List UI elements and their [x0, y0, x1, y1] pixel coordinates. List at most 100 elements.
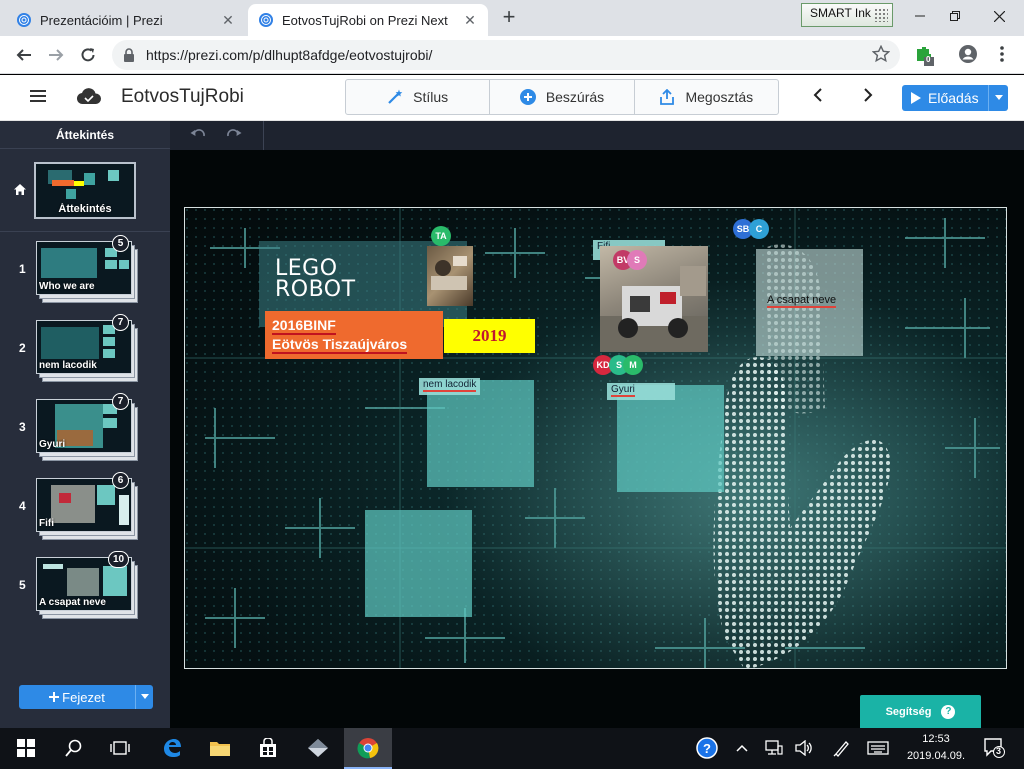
next-step-button[interactable] [858, 87, 878, 107]
help-button[interactable]: Segítség ? [860, 695, 981, 728]
sidebar-slide-1[interactable]: Who we are 5 [36, 235, 142, 305]
taskbar-clock[interactable]: 12:53 2019.04.09. [906, 731, 966, 765]
grip-icon[interactable] [874, 8, 888, 22]
presentation-overview-stage[interactable]: LEGO ROBOT 2016BINF Eötvös Tiszaújváros … [184, 207, 1007, 669]
thumb-shape [97, 485, 115, 505]
style-button[interactable]: Stílus [346, 80, 491, 114]
insert-button[interactable]: Beszúrás [490, 80, 635, 114]
vpn-app-button[interactable] [306, 736, 330, 760]
search-button[interactable] [62, 736, 86, 760]
help-tray-button[interactable]: ? [695, 736, 719, 760]
present-options-dropdown[interactable] [988, 85, 1008, 111]
slide-label: Gyuri [39, 439, 66, 450]
network-button[interactable] [762, 736, 786, 760]
add-chapter-main[interactable]: Fejezet [19, 690, 135, 705]
new-tab-button[interactable]: + [497, 6, 521, 30]
slide-number: 5 [19, 578, 26, 592]
slide-label: nem lacodik [39, 360, 97, 371]
frame-label-nem-lacodik[interactable]: nem lacodik [419, 378, 481, 395]
slide-number: 4 [19, 499, 26, 513]
editor-canvas[interactable]: LEGO ROBOT 2016BINF Eötvös Tiszaújváros … [170, 121, 1024, 728]
browser-menu-button[interactable] [992, 44, 1014, 66]
overview-thumbnail-label: Áttekintés [58, 203, 112, 215]
restore-button[interactable] [932, 0, 978, 32]
pen-icon [833, 741, 849, 757]
extension-button[interactable]: 0 [914, 44, 936, 66]
sidebar-slide-4[interactable]: Fifi 6 [36, 472, 142, 542]
add-chapter-dropdown[interactable] [135, 685, 153, 709]
hamburger-menu-icon[interactable] [30, 89, 46, 103]
sidebar-slide-5[interactable]: A csapat neve 10 [36, 551, 142, 621]
touch-keyboard-button[interactable] [866, 736, 890, 760]
forward-arrow-icon [49, 49, 64, 61]
cloud-sync-icon[interactable] [76, 86, 102, 108]
present-button[interactable]: Előadás [902, 85, 1008, 111]
divider [263, 121, 264, 150]
address-bar[interactable]: https://prezi.com/p/dlhupt8afdge/eotvost… [112, 40, 900, 70]
year-box[interactable]: 2019 [444, 319, 535, 353]
start-button[interactable] [14, 736, 38, 760]
volume-button[interactable] [792, 736, 816, 760]
share-button[interactable]: Megosztás [635, 80, 778, 114]
overview-item[interactable]: Áttekintés [0, 150, 170, 232]
overview-thumbnail[interactable]: Áttekintés [34, 162, 136, 219]
store-button[interactable] [256, 736, 280, 760]
help-circle-icon: ? [696, 737, 718, 759]
sidebar-slide-3[interactable]: Gyuri 7 [36, 393, 142, 463]
extension-puzzle-icon [917, 47, 934, 66]
frame-nem-lacodik[interactable] [427, 380, 534, 487]
close-window-button[interactable] [976, 0, 1022, 32]
subtitle-line-2: Eötvös Tiszaújváros [272, 336, 408, 354]
redo-icon[interactable] [226, 128, 242, 142]
reload-button[interactable] [76, 43, 100, 67]
present-label: Előadás [928, 90, 979, 106]
title-text[interactable]: LEGO ROBOT [275, 256, 356, 301]
team-photo[interactable] [427, 246, 473, 306]
task-view-button[interactable] [108, 736, 132, 760]
tab-title: EotvosTujRobi on Prezi Next [282, 12, 448, 28]
pen-workspace-button[interactable] [830, 736, 854, 760]
close-tab-icon[interactable]: ✕ [462, 12, 478, 29]
profile-button[interactable] [958, 44, 980, 66]
browser-tab-prezentacioim[interactable]: Prezentációim | Prezi ✕ [6, 4, 246, 36]
slide-number: 3 [19, 420, 26, 434]
notification-icon [984, 738, 1005, 758]
title-line-1: LEGO [275, 256, 338, 281]
url-text: https://prezi.com/p/dlhupt8afdge/eotvost… [146, 47, 433, 63]
frame-label-csapat[interactable]: A csapat neve [767, 294, 837, 308]
thumb-shape [41, 248, 97, 278]
add-chapter-button[interactable]: Fejezet [19, 685, 153, 709]
smart-ink-widget[interactable]: SMART Ink [801, 3, 893, 27]
tray-overflow-button[interactable] [730, 736, 754, 760]
help-label: Segítség [885, 705, 932, 718]
extension-badge: 0 [926, 55, 931, 64]
collaborator-avatar[interactable]: C [749, 219, 769, 239]
bookmark-star-icon[interactable] [872, 45, 890, 63]
edge-browser-icon [164, 739, 181, 757]
edge-button[interactable] [160, 736, 184, 760]
frame-who-we-are[interactable] [365, 510, 472, 617]
sidebar-slide-2[interactable]: nem lacodik 7 [36, 314, 142, 384]
back-button[interactable] [12, 43, 36, 67]
chevron-right-icon [864, 88, 873, 102]
previous-step-button[interactable] [808, 87, 828, 107]
browser-tab-eotvostujrobi[interactable]: EotvosTujRobi on Prezi Next ✕ [248, 4, 488, 36]
subtitle-text[interactable]: 2016BINF Eötvös Tiszaújváros [272, 316, 408, 354]
close-tab-icon[interactable]: ✕ [220, 12, 236, 29]
file-explorer-button[interactable] [208, 736, 232, 760]
chrome-taskbar-item[interactable] [344, 728, 392, 769]
slide-number: 1 [19, 262, 26, 276]
store-bag-icon [260, 738, 276, 757]
undo-icon[interactable] [190, 128, 206, 142]
plus-circle-icon [519, 89, 536, 105]
frame-gyuri[interactable] [617, 385, 724, 492]
step-count-badge: 10 [108, 551, 129, 568]
presentation-title[interactable]: EotvosTujRobi [121, 86, 244, 108]
collaborator-avatar[interactable]: M [623, 355, 643, 375]
thumb-shape [103, 566, 127, 596]
action-center-button[interactable]: 3 [983, 737, 1005, 759]
collaborator-avatar[interactable]: S [627, 250, 647, 270]
frame-label-gyuri[interactable]: Gyuri [607, 383, 675, 400]
collaborator-avatar[interactable]: TA [431, 226, 451, 246]
forward-button[interactable] [44, 43, 68, 67]
